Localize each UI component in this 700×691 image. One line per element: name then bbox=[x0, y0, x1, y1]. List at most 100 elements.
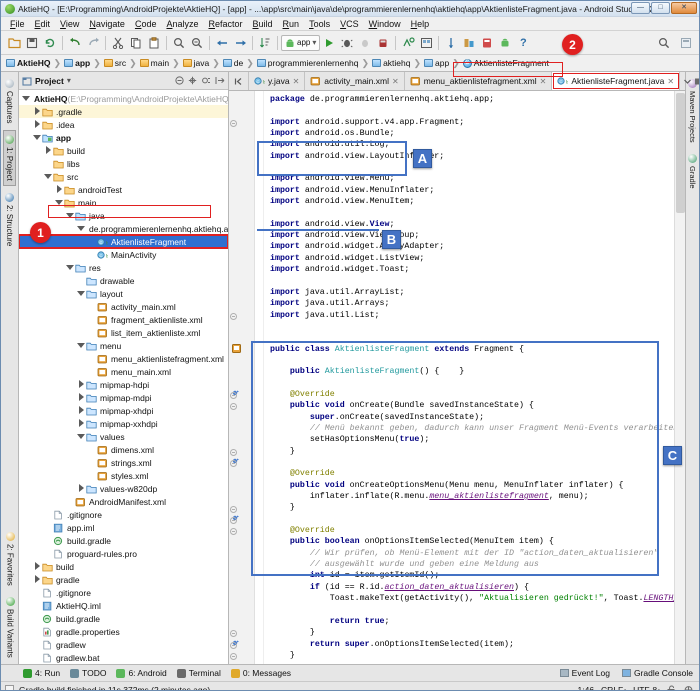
tree-node-build-gradle[interactable]: build.gradle bbox=[19, 534, 228, 547]
code-line[interactable] bbox=[270, 332, 674, 343]
tree-node-app[interactable]: app bbox=[19, 131, 228, 144]
tree-node-androidmanifest-xml[interactable]: AndroidManifest.xml bbox=[19, 495, 228, 508]
lock-open-icon[interactable] bbox=[667, 685, 676, 691]
code-line[interactable] bbox=[270, 207, 674, 218]
menu-item-edit[interactable]: Edit bbox=[30, 17, 56, 31]
back-icon[interactable] bbox=[213, 34, 231, 52]
code-line[interactable]: } bbox=[270, 650, 674, 661]
tree-node-mainactivity[interactable]: CbMainActivity bbox=[19, 248, 228, 261]
code-line[interactable]: import java.util.ArrayList; bbox=[270, 287, 674, 298]
fold-marker-icon[interactable] bbox=[230, 312, 237, 320]
chevron-down-icon[interactable] bbox=[44, 172, 53, 181]
breadcrumb-item-aktiehq[interactable]: aktiehq bbox=[372, 58, 410, 68]
stop-icon[interactable] bbox=[374, 34, 392, 52]
code-line[interactable] bbox=[270, 276, 674, 287]
code-line[interactable]: import android.view.View; bbox=[270, 219, 674, 230]
close-icon[interactable]: ✕ bbox=[392, 77, 399, 86]
tree-node-drawable[interactable]: drawable bbox=[19, 274, 228, 287]
tree-node-fragment-aktienliste-xml[interactable]: fragment_aktienliste.xml bbox=[19, 313, 228, 326]
breadcrumb-item-programmierenlernenhq[interactable]: programmierenlernenhq bbox=[256, 58, 359, 68]
tree-node-java[interactable]: java bbox=[19, 209, 228, 222]
tree-node-values-w820dp[interactable]: values-w820dp bbox=[19, 482, 228, 495]
code-line[interactable] bbox=[270, 105, 674, 116]
chevron-right-icon[interactable] bbox=[33, 107, 42, 116]
tree-node-gitignore[interactable]: .gitignore bbox=[19, 508, 228, 521]
tool-window-tab-1-project[interactable]: 1: Project bbox=[3, 130, 16, 187]
bottom-tab-terminal[interactable]: Terminal bbox=[176, 668, 221, 678]
code-line[interactable]: public void onCreateOptionsMenu(Menu men… bbox=[270, 480, 674, 491]
window-controls[interactable]: — □ ✕ bbox=[631, 2, 697, 14]
close-icon[interactable]: ✕ bbox=[540, 77, 547, 86]
bottom-bar-right-group[interactable]: Event Log Gradle Console bbox=[559, 668, 693, 678]
code-line[interactable]: package de.programmierenlernenhq.aktiehq… bbox=[270, 94, 674, 105]
code-line[interactable]: } bbox=[270, 627, 674, 638]
sdk-manager-icon[interactable] bbox=[442, 34, 460, 52]
status-right-group[interactable]: 1:46 CRLF‹ UTF-8‹ bbox=[578, 685, 695, 691]
bottom-tool-window-bar[interactable]: 4: Run TODO 6: Android Terminal 0: Messages E… bbox=[1, 664, 699, 681]
code-line[interactable]: // Wir prüfen, ob Menü-Element mit der I… bbox=[270, 548, 674, 559]
code-line[interactable]: public boolean onOptionsItemSelected(Men… bbox=[270, 536, 674, 547]
tree-node-aktiehq-iml[interactable]: AktieHQ.iml bbox=[19, 599, 228, 612]
right-tool-window-strip[interactable]: Maven Projects Gradle bbox=[685, 72, 699, 664]
fold-marker-icon[interactable] bbox=[230, 516, 237, 524]
fold-marker-icon[interactable] bbox=[230, 652, 237, 661]
cut-icon[interactable] bbox=[109, 34, 127, 52]
layout-inspector-icon[interactable] bbox=[460, 34, 478, 52]
hide-icon[interactable] bbox=[215, 76, 225, 85]
bottom-tab-todo[interactable]: TODO bbox=[70, 668, 106, 678]
editor-tab-menu-aktienlistefragment-xml[interactable]: menu_aktienlistefragment.xml ✕ bbox=[404, 72, 553, 90]
editor-tab-activity-main-xml[interactable]: activity_main.xml ✕ bbox=[305, 72, 405, 90]
chevron-down-icon[interactable] bbox=[33, 133, 42, 142]
code-line[interactable]: import android.view.MenuItem; bbox=[270, 196, 674, 207]
hector-icon[interactable] bbox=[683, 685, 694, 691]
redo-icon[interactable] bbox=[84, 34, 102, 52]
code-line[interactable]: @Override bbox=[270, 525, 674, 536]
chevron-right-icon[interactable] bbox=[44, 146, 53, 155]
tool-window-tab-2-favorites[interactable]: 2: Favorites bbox=[5, 528, 16, 590]
tree-node-layout[interactable]: layout bbox=[19, 287, 228, 300]
fold-marker-icon[interactable] bbox=[230, 527, 237, 536]
code-line[interactable]: import android.widget.Toast; bbox=[270, 264, 674, 275]
code-line[interactable]: return true; bbox=[270, 616, 674, 627]
replace-icon[interactable] bbox=[188, 34, 206, 52]
menu-item-window[interactable]: Window bbox=[364, 17, 406, 31]
fold-marker-icon[interactable] bbox=[230, 448, 237, 456]
left-strip-bottom-group[interactable]: 2: Favorites Build Variants bbox=[1, 525, 19, 662]
code-line[interactable]: import android.widget.ArrayAdapter; bbox=[270, 241, 674, 252]
tool-window-tab-build-variants[interactable]: Build Variants bbox=[5, 593, 16, 662]
tree-node-menu[interactable]: menu bbox=[19, 339, 228, 352]
tree-node-gitignore[interactable]: .gitignore bbox=[19, 586, 228, 599]
tree-node-gradle[interactable]: gradle bbox=[19, 573, 228, 586]
chevron-down-icon[interactable] bbox=[66, 263, 75, 272]
code-line[interactable] bbox=[270, 378, 674, 389]
code-line[interactable]: @Override bbox=[270, 468, 674, 479]
editor-tab-aktienlistefragment-java[interactable]: CbAktienlisteFragment.java✕ bbox=[552, 72, 681, 90]
tree-node-aktienlistefragment[interactable]: CbAktienlisteFragment bbox=[19, 234, 228, 249]
code-line[interactable]: import android.view.MenuInflater; bbox=[270, 185, 674, 196]
breadcrumb-item-aktiehq[interactable]: AktieHQ bbox=[6, 58, 51, 68]
menu-item-build[interactable]: Build bbox=[248, 17, 278, 31]
project-tree[interactable]: AktieHQ (E:\Programming\AndroidProjekte\… bbox=[19, 90, 228, 664]
tree-node-styles-xml[interactable]: styles.xml bbox=[19, 469, 228, 482]
fold-marker-icon[interactable] bbox=[230, 641, 237, 649]
open-folder-icon[interactable] bbox=[5, 34, 23, 52]
undo-icon[interactable] bbox=[66, 34, 84, 52]
menu-item-analyze[interactable]: Analyze bbox=[161, 17, 203, 31]
chevron-down-icon[interactable] bbox=[683, 77, 692, 86]
menu-item-file[interactable]: File bbox=[5, 17, 30, 31]
fold-marker-icon[interactable] bbox=[230, 119, 237, 127]
close-icon[interactable]: ✕ bbox=[667, 77, 674, 86]
help-icon[interactable]: ? bbox=[514, 34, 532, 52]
fold-marker-icon[interactable] bbox=[230, 402, 237, 411]
chevron-right-icon[interactable] bbox=[77, 406, 86, 415]
code-line[interactable] bbox=[270, 514, 674, 525]
tree-node-main[interactable]: main bbox=[19, 196, 228, 209]
code-line[interactable]: import android.util.Log; bbox=[270, 139, 674, 150]
tree-node-gradle[interactable]: .gradle bbox=[19, 105, 228, 118]
tree-node-androidtest[interactable]: androidTest bbox=[19, 183, 228, 196]
fold-marker-icon[interactable] bbox=[230, 505, 237, 513]
code-line[interactable]: import java.util.Arrays; bbox=[270, 298, 674, 309]
code-line[interactable]: return super.onOptionsItemSelected(item)… bbox=[270, 639, 674, 650]
breadcrumb-item-de[interactable]: de bbox=[222, 58, 243, 68]
close-button[interactable]: ✕ bbox=[671, 2, 697, 14]
